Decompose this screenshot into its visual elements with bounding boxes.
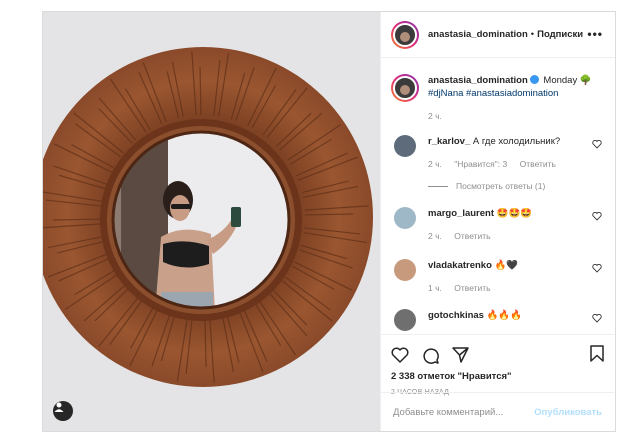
caption-hashtags[interactable]: #djNana #anastasiadomination [428, 88, 558, 99]
comment-heart-icon[interactable] [592, 263, 602, 273]
post-card: anastasia_domination • Подписки ••• anas… [42, 11, 616, 432]
header-separator: • [530, 29, 535, 40]
likes-count[interactable]: 2 338 отметок "Нравится" [391, 371, 604, 382]
caption-text: Monday 🌳 [543, 75, 592, 86]
comment-avatar[interactable] [394, 207, 416, 229]
comment-avatar[interactable] [394, 135, 416, 157]
reply-button[interactable]: Ответить [454, 231, 490, 241]
comment-heart-icon[interactable] [592, 313, 602, 323]
view-replies-label: Посмотреть ответы (1) [456, 181, 546, 191]
view-replies-button[interactable]: Посмотреть ответы (1) [428, 181, 604, 191]
caption-avatar[interactable] [391, 74, 419, 102]
comment-text: 🤩🤩🤩 [496, 208, 533, 219]
comments-list[interactable]: anastasia_domination Monday 🌳 #djNana #a… [381, 62, 614, 332]
user-tag-icon[interactable] [53, 401, 73, 421]
comment-username[interactable]: gotochkinas [428, 310, 484, 321]
share-icon[interactable] [452, 347, 469, 363]
avatar[interactable] [391, 20, 419, 49]
verified-icon [529, 75, 539, 84]
comment-heart-icon[interactable] [592, 139, 602, 149]
comment-icon[interactable] [422, 347, 439, 364]
comment-text: 🔥🖤 [494, 260, 519, 271]
comment-text: 🔥🔥🔥 [486, 310, 523, 321]
comment-heart-icon[interactable] [592, 211, 602, 221]
reply-button[interactable]: Ответить [520, 159, 556, 169]
add-comment-bar: Опубликовать [381, 392, 614, 431]
mirror-photo [43, 12, 380, 431]
comment-avatar[interactable] [394, 309, 416, 331]
comment-item: gotochkinas 🔥🔥🔥 [391, 309, 604, 331]
comment-time: 2 ч. [428, 159, 442, 169]
comment-username[interactable]: r_karlov_ [428, 136, 470, 147]
heart-icon[interactable] [391, 347, 409, 363]
comment-item: vladakatrenko 🔥🖤 1 ч. Ответить [391, 259, 604, 295]
reply-button[interactable]: Ответить [454, 283, 490, 293]
more-options-icon[interactable]: ••• [587, 27, 603, 41]
comment-likes[interactable]: "Нравится": 3 [454, 159, 507, 169]
caption-time: 2 ч. [428, 111, 442, 121]
caption-username[interactable]: anastasia_domination [428, 75, 528, 86]
comment-time: 1 ч. [428, 283, 442, 293]
comment-input[interactable] [393, 406, 533, 418]
comment-username[interactable]: margo_laurent [428, 208, 494, 219]
comment-username[interactable]: vladakatrenko [428, 260, 492, 271]
bookmark-icon[interactable] [590, 345, 604, 362]
post-photo[interactable] [43, 12, 380, 431]
comment-text: А где холодильник? [472, 136, 561, 147]
header-username[interactable]: anastasia_domination [428, 29, 528, 40]
caption: anastasia_domination Monday 🌳 #djNana #a… [391, 62, 604, 123]
post-header: anastasia_domination • Подписки ••• [381, 12, 615, 58]
post-sidebar: anastasia_domination • Подписки ••• anas… [380, 12, 615, 431]
comment-time: 2 ч. [428, 231, 442, 241]
follow-button[interactable]: Подписки [537, 29, 583, 40]
post-actions: 2 338 отметок "Нравится" 2 ЧАСОВ НАЗАД [381, 334, 614, 396]
comment-avatar[interactable] [394, 259, 416, 281]
comment-item: margo_laurent 🤩🤩🤩 2 ч. Ответить [391, 207, 604, 243]
comment-item: r_karlov_ А где холодильник? 2 ч. "Нрави… [391, 135, 604, 171]
publish-button[interactable]: Опубликовать [534, 407, 602, 418]
